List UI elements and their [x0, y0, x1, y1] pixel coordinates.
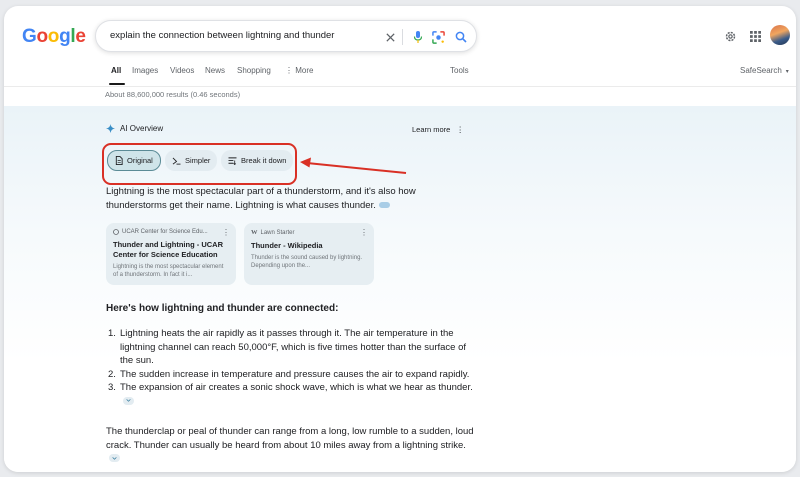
ai-intro-text: Lightning is the most spectacular part o…	[106, 186, 416, 211]
tab-news[interactable]: News	[205, 66, 225, 75]
tab-images[interactable]: Images	[132, 66, 158, 75]
globe-icon	[113, 229, 119, 235]
chip-break-it-down[interactable]: Break it down	[221, 150, 294, 171]
ai-closing: The thunderclap or peal of thunder can r…	[106, 425, 476, 466]
list-item: 2. The sudden increase in temperature an…	[106, 368, 478, 382]
active-tab-indicator	[109, 83, 125, 85]
simplify-icon	[172, 157, 181, 165]
list-item: 3. The expansion of air creates a sonic …	[106, 381, 478, 408]
list-number: 2.	[108, 368, 116, 380]
list-item-text: The expansion of air creates a sonic sho…	[120, 382, 473, 393]
steps-list: 1. Lightning heats the air rapidly as it…	[106, 327, 478, 408]
header-divider	[4, 86, 796, 87]
search-separator	[402, 29, 403, 45]
search-icon[interactable]	[452, 28, 470, 46]
safesearch-button[interactable]: SafeSearch ▾	[740, 66, 789, 75]
source-title[interactable]: Thunder and Lightning - UCAR Center for …	[113, 240, 229, 260]
more-vert-icon[interactable]: ⋮	[360, 228, 368, 237]
more-vert-icon: ⋮	[285, 66, 293, 75]
learn-more-label: Learn more	[412, 125, 451, 134]
close-icon[interactable]	[381, 28, 399, 46]
chip-original[interactable]: Original	[107, 150, 161, 171]
safesearch-label: SafeSearch	[740, 66, 782, 75]
list-item-text: The sudden increase in temperature and p…	[120, 368, 470, 380]
gear-icon[interactable]	[720, 26, 740, 46]
tab-shopping[interactable]: Shopping	[237, 66, 271, 75]
avatar[interactable]	[770, 25, 790, 45]
citation-link-icon[interactable]	[378, 201, 390, 208]
logo-letter: o	[36, 26, 48, 47]
source-card[interactable]: UCAR Center for Science Edu... ⋮ Thunder…	[106, 223, 236, 285]
microphone-icon[interactable]	[409, 28, 427, 46]
ai-closing-text: The thunderclap or peal of thunder can r…	[106, 426, 474, 451]
chip-simpler[interactable]: Simpler	[165, 150, 218, 171]
search-bar[interactable]: explain the connection between lightning…	[95, 20, 477, 52]
source-card[interactable]: W Lawn Starter ⋮ Thunder - Wikipedia Thu…	[244, 223, 374, 285]
more-vert-icon[interactable]: ⋮	[222, 228, 230, 237]
tab-more-label: More	[295, 66, 314, 75]
chevron-down-icon[interactable]	[123, 396, 134, 405]
tools-button[interactable]: Tools	[450, 66, 469, 75]
source-snippet: Lightning is the most spectacular elemen…	[113, 264, 224, 278]
more-vert-icon[interactable]: ⋮	[456, 125, 464, 134]
chip-label: Break it down	[241, 156, 287, 165]
logo-letter: e	[75, 26, 86, 47]
document-icon	[115, 156, 123, 165]
logo-letter: G	[22, 26, 37, 47]
logo-letter: o	[47, 26, 60, 47]
results-count: About 88,600,000 results (0.46 seconds)	[105, 90, 241, 99]
chevron-down-icon[interactable]	[109, 454, 120, 463]
source-site: UCAR Center for Science Edu...	[122, 229, 208, 235]
tab-all[interactable]: All	[111, 66, 121, 75]
source-snippet: Thunder is the sound caused by lightning…	[251, 255, 363, 269]
source-title[interactable]: Thunder - Wikipedia	[251, 241, 367, 251]
list-icon	[228, 156, 237, 165]
list-item: 1. Lightning heats the air rapidly as it…	[106, 327, 478, 368]
logo-letter: g	[59, 26, 71, 47]
browser-page: Google explain the connection between li…	[4, 6, 796, 472]
chip-label: Original	[127, 156, 153, 165]
chip-label: Simpler	[185, 156, 211, 165]
sparkle-icon	[106, 124, 115, 133]
ai-intro: Lightning is the most spectacular part o…	[106, 185, 476, 212]
search-input[interactable]: explain the connection between lightning…	[110, 30, 334, 41]
apps-grid-icon[interactable]	[745, 26, 765, 46]
tab-videos[interactable]: Videos	[170, 66, 194, 75]
arrow-annotation	[300, 157, 407, 174]
ai-overview-header: AI Overview	[106, 124, 163, 133]
caret-down-icon: ▾	[784, 69, 789, 75]
ai-subheading: Here's how lightning and thunder are con…	[106, 303, 339, 314]
lens-icon[interactable]	[429, 28, 447, 46]
ai-overview-title: AI Overview	[120, 124, 164, 133]
list-item-text: Lightning heats the air rapidly as it pa…	[120, 328, 466, 366]
wikipedia-icon: W	[251, 229, 258, 236]
source-site: Lawn Starter	[260, 229, 295, 236]
tab-more[interactable]: ⋮ More	[285, 66, 313, 75]
learn-more-link[interactable]: Learn more ⋮	[412, 125, 464, 134]
google-logo[interactable]: Google	[22, 26, 86, 48]
list-number: 1.	[108, 328, 116, 339]
list-number: 3.	[108, 382, 116, 393]
